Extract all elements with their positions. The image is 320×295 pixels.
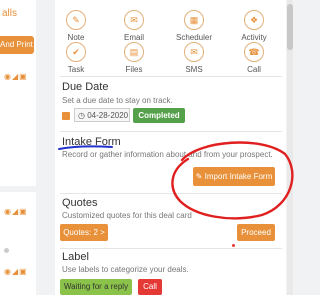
annotation-overlay	[58, 141, 294, 220]
red-circle-annotation	[171, 141, 294, 220]
blue-underline-annotation	[58, 145, 113, 150]
